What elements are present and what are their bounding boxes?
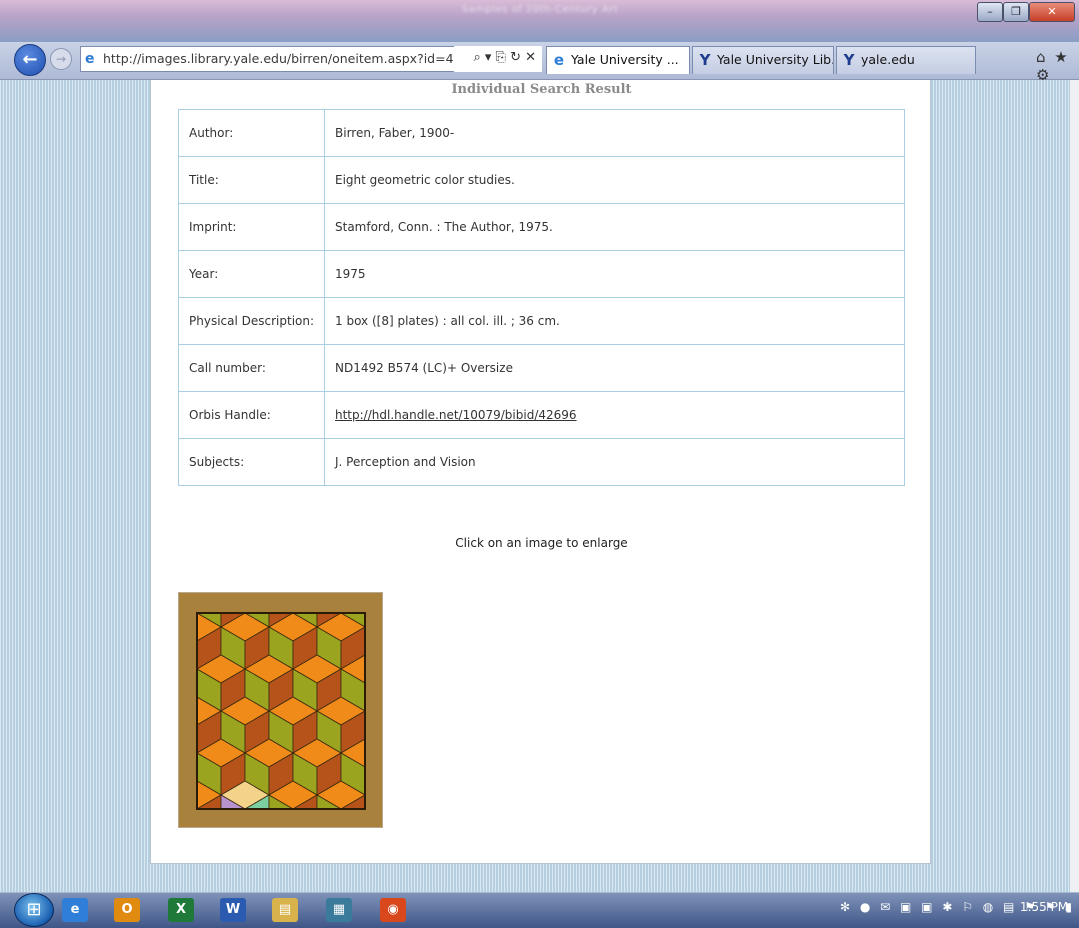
color-study-thumbnail[interactable] [178,592,383,828]
table-row: Orbis Handle: http://hdl.handle.net/1007… [178,391,905,439]
taskbar-app-icon[interactable]: ▦ [326,898,352,922]
address-bar-controls[interactable]: ⌕ ▾ ⎘ ↻ ✕ [454,46,542,72]
back-button[interactable]: ← [14,44,46,76]
taskbar-excel-icon[interactable]: X [168,898,194,922]
field-label: Imprint: [178,203,325,251]
table-row: Subjects: J. Perception and Vision [178,438,905,486]
page-title: Individual Search Result [451,82,632,97]
field-label: Subjects: [178,438,325,486]
field-value: J. Perception and Vision [324,438,905,486]
table-row: Author: Birren, Faber, 1900- [178,109,905,157]
table-row: Year: 1975 [178,250,905,298]
tab-label: Yale University ... [571,52,679,67]
field-label: Call number: [178,344,325,392]
tab-yale-edu[interactable]: Y yale.edu [836,46,976,74]
field-value: ND1492 B574 (LC)+ Oversize [324,344,905,392]
home-favorites-tools-icons[interactable]: ⌂ ★ ⚙ [1036,48,1079,84]
maximize-button[interactable]: ❐ [1003,2,1029,22]
ie-tab-icon: e [553,51,565,69]
field-value: http://hdl.handle.net/10079/bibid/42696 [324,391,905,439]
field-value: Eight geometric color studies. [324,156,905,204]
content-panel: Individual Search Result Author: Birren,… [150,80,931,864]
taskbar-word-icon[interactable]: W [220,898,246,922]
field-value: 1 box ([8] plates) : all col. ill. ; 36 … [324,297,905,345]
table-row: Imprint: Stamford, Conn. : The Author, 1… [178,203,905,251]
table-row: Title: Eight geometric color studies. [178,156,905,204]
tab-label: Yale University Lib... [717,52,834,67]
field-value: 1975 [324,250,905,298]
field-label: Physical Description: [178,297,325,345]
tab-close-icon[interactable]: × [689,52,690,67]
field-label: Author: [178,109,325,157]
yale-y-icon: Y [843,51,855,69]
enlarge-instruction: Click on an image to enlarge [455,536,628,550]
taskbar-explorer-icon[interactable]: ▤ [272,898,298,922]
field-label: Orbis Handle: [178,391,325,439]
field-label: Title: [178,156,325,204]
ie-page-icon: e [85,51,95,67]
forward-button[interactable]: → [50,48,72,70]
taskbar-chrome-icon[interactable]: ◉ [380,898,406,922]
orbis-handle-link[interactable]: http://hdl.handle.net/10079/bibid/42696 [335,408,577,422]
tab-label: yale.edu [861,52,915,67]
record-table: Author: Birren, Faber, 1900- Title: Eigh… [178,109,905,486]
start-button[interactable]: ⊞ [14,893,54,927]
tab-yale-university-library[interactable]: Y Yale University Lib... [692,46,834,74]
close-window-button[interactable]: ✕ [1029,2,1075,22]
field-value: Stamford, Conn. : The Author, 1975. [324,203,905,251]
tab-yale-university[interactable]: e Yale University ... × [546,46,690,74]
system-tray-icons[interactable]: ✻ ● ✉ ▣ ▣ ✱ ⚐ ◍ ▤ ⚑ ⚑ ▮ ıl ◀ [840,900,1079,920]
field-label: Year: [178,250,325,298]
minimize-button[interactable]: – [977,2,1003,22]
blocks-pattern [197,613,365,809]
taskbar-outlook-icon[interactable]: O [114,898,140,922]
tumbling-blocks-image [179,593,382,827]
yale-y-icon: Y [699,51,711,69]
clock[interactable]: 1:55 PM [1014,900,1074,920]
field-value: Birren, Faber, 1900- [324,109,905,157]
window-title: Samples of 20th-Century Art [461,4,619,15]
table-row: Physical Description: 1 box ([8] plates)… [178,297,905,345]
address-url: http://images.library.yale.edu/birren/on… [103,51,478,66]
taskbar-ie-icon[interactable]: e [62,898,88,922]
vertical-scrollbar[interactable] [1070,80,1079,892]
table-row: Call number: ND1492 B574 (LC)+ Oversize [178,344,905,392]
